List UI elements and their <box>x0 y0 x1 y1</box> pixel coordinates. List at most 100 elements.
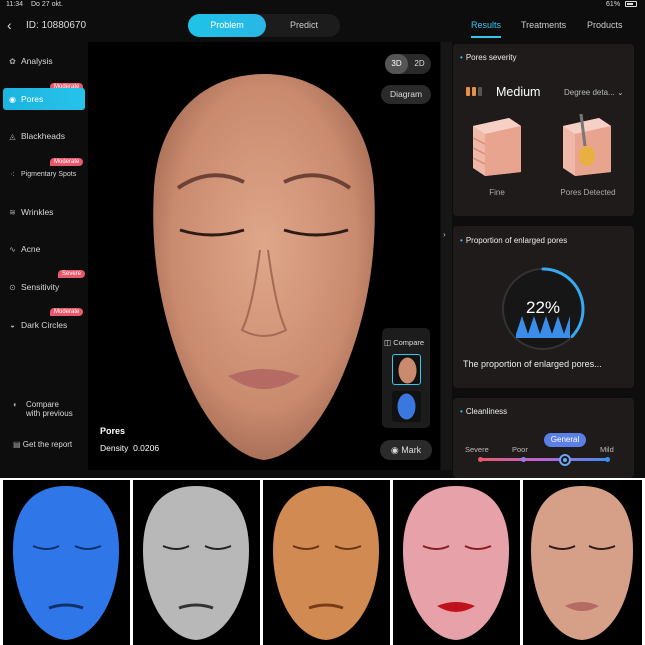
sensitivity-icon: ⊙ <box>9 282 16 292</box>
battery-percent: 61% <box>606 1 621 8</box>
pores-icon: ◉ <box>9 94 16 104</box>
tab-treatments[interactable]: Treatments <box>521 20 566 30</box>
sidebar-item-dark-circles[interactable]: ◒ Dark Circles <box>8 320 67 330</box>
cleanliness-label-severe: Severe <box>465 445 489 454</box>
compare-line2: with previous <box>26 409 73 418</box>
eye-icon: ◉ <box>390 445 399 455</box>
degree-dropdown[interactable]: Degree deta... ⌄ <box>564 88 624 97</box>
tab-results[interactable]: Results <box>471 20 502 38</box>
sidebar-item-label: Blackheads <box>21 131 65 141</box>
chevron-right-icon: › <box>443 230 446 239</box>
cleanliness-card: Cleanliness General Severe Poor Mild <box>453 398 634 478</box>
proportion-value: 22% <box>526 298 561 317</box>
sidebar-item-label: Wrinkles <box>21 207 54 217</box>
blackheads-icon: ◬ <box>9 131 16 141</box>
sidebar: ✿ Analysis Moderate ◉ Pores ◬ Blackheads… <box>0 42 88 478</box>
cleanliness-slider-thumb[interactable] <box>559 454 571 466</box>
slider-stop <box>605 457 610 462</box>
sidebar-item-sensitivity[interactable]: ⊙ Sensitivity <box>8 282 59 292</box>
battery-status: 61% <box>606 1 637 8</box>
compare-previous-link[interactable]: ◐ Compare with previous <box>13 400 73 418</box>
mode-3d-button[interactable]: 3D <box>385 54 408 74</box>
face-filter-brown <box>263 480 390 645</box>
card-title: Proportion of enlarged pores <box>460 236 567 245</box>
sidebar-item-label: Analysis <box>21 56 53 66</box>
analysis-icon: ✿ <box>9 56 16 66</box>
face-filter-blue <box>3 480 130 645</box>
compare-thumb-uv[interactable] <box>392 391 421 422</box>
mark-button[interactable]: ◉ Mark <box>380 440 432 460</box>
sidebar-item-wrinkles[interactable]: ≋ Wrinkles <box>8 207 53 217</box>
sidebar-item-pores[interactable]: ◉ Pores <box>3 88 85 110</box>
view-mode-toggle: 3D 2D <box>385 54 431 74</box>
level-bar <box>478 87 482 96</box>
fine-label: Fine <box>489 188 505 197</box>
app-window: 11:34 Do 27 okt. 61% ‹ ID: 10880670 Prob… <box>0 0 645 478</box>
enlarged-pores-card: Proportion of enlarged pores 22% The pro… <box>453 226 634 388</box>
diagram-button[interactable]: Diagram <box>381 85 431 104</box>
tab-predict[interactable]: Predict <box>268 14 340 37</box>
card-title: Cleanliness <box>460 407 507 416</box>
sensitivity-badge: Severe <box>58 270 86 278</box>
spots-icon: ⁖ <box>10 170 15 179</box>
cleanliness-label-poor: Poor <box>512 445 528 454</box>
compare-history-icon: ◐ <box>13 400 18 409</box>
acne-icon: ∿ <box>9 244 16 254</box>
slider-stop <box>521 457 526 462</box>
mode-2d-button[interactable]: 2D <box>408 54 431 74</box>
sidebar-item-label: Acne <box>21 244 41 254</box>
face-filter-red <box>393 480 520 645</box>
tab-problem[interactable]: Problem <box>188 14 266 37</box>
density-label: Density <box>100 443 129 453</box>
slider-stop <box>478 457 483 462</box>
pores-severity-card: Pores severity Medium Degree deta... ⌄ F… <box>453 44 634 216</box>
problem-predict-toggle: Problem Predict <box>188 14 340 37</box>
degree-label: Degree deta... <box>564 88 615 97</box>
sidebar-item-label: Pigmentary Spots <box>21 171 77 178</box>
status-bar: 11:34 Do 27 okt. 61% <box>0 0 645 11</box>
status-date: Do 27 okt. <box>31 1 63 8</box>
wrinkles-icon: ≋ <box>9 207 16 217</box>
tab-products[interactable]: Products <box>587 20 623 30</box>
cleanliness-slider[interactable] <box>478 457 610 462</box>
mark-label: Mark <box>401 445 422 455</box>
battery-icon <box>625 1 637 8</box>
compare-thumb-natural[interactable] <box>392 354 421 385</box>
report-icon: ▤ <box>13 440 21 449</box>
density-value: 0.0206 <box>133 443 160 453</box>
pores-detected-label: Pores Detected <box>560 188 616 197</box>
face-viewer[interactable]: 3D 2D Diagram ◫ Compare Pores Density 0.… <box>88 42 440 470</box>
level-bar <box>466 87 470 96</box>
compare-panel: ◫ Compare <box>382 328 430 428</box>
sidebar-item-pigmentary-spots[interactable]: ⁖ Pigmentary Spots <box>8 170 76 179</box>
compare-icon: ◫ <box>384 338 392 347</box>
sidebar-item-label: Pores <box>21 94 44 104</box>
feature-name: Pores <box>100 426 126 436</box>
face-3d-model[interactable] <box>148 70 380 462</box>
card-title: Pores severity <box>460 53 517 62</box>
sidebar-item-acne[interactable]: ∿ Acne <box>8 244 40 254</box>
chevron-down-icon: ⌄ <box>616 88 624 97</box>
patient-id: ID: 10880670 <box>26 20 87 31</box>
severity-level-bars <box>466 87 482 96</box>
sidebar-item-analysis[interactable]: ✿ Analysis <box>8 56 53 66</box>
compare-line1: Compare <box>26 400 59 409</box>
panel-collapse-handle[interactable]: › <box>441 42 452 470</box>
level-bar <box>472 87 476 96</box>
get-report-label: Get the report <box>22 440 73 449</box>
face-filter-grayscale <box>133 480 260 645</box>
sidebar-item-blackheads[interactable]: ◬ Blackheads <box>8 131 65 141</box>
back-chevron-icon[interactable]: ‹ <box>7 17 12 33</box>
severity-level: Medium <box>496 85 541 99</box>
face-filter-natural <box>523 480 642 645</box>
cleanliness-label-mild: Mild <box>600 445 614 454</box>
sidebar-item-label: Dark Circles <box>21 320 68 330</box>
get-report-link[interactable]: ▤ Get the report <box>13 440 72 449</box>
dark-circles-badge: Moderate <box>50 308 84 316</box>
dark-circles-icon: ◒ <box>10 320 15 330</box>
density-readout: Density 0.0206 <box>100 443 159 453</box>
cleanliness-selected: General <box>544 433 586 447</box>
skin-fine-illustration <box>472 118 521 176</box>
compare-label: ◫ Compare <box>384 338 424 347</box>
compare-text: Compare <box>393 338 425 347</box>
